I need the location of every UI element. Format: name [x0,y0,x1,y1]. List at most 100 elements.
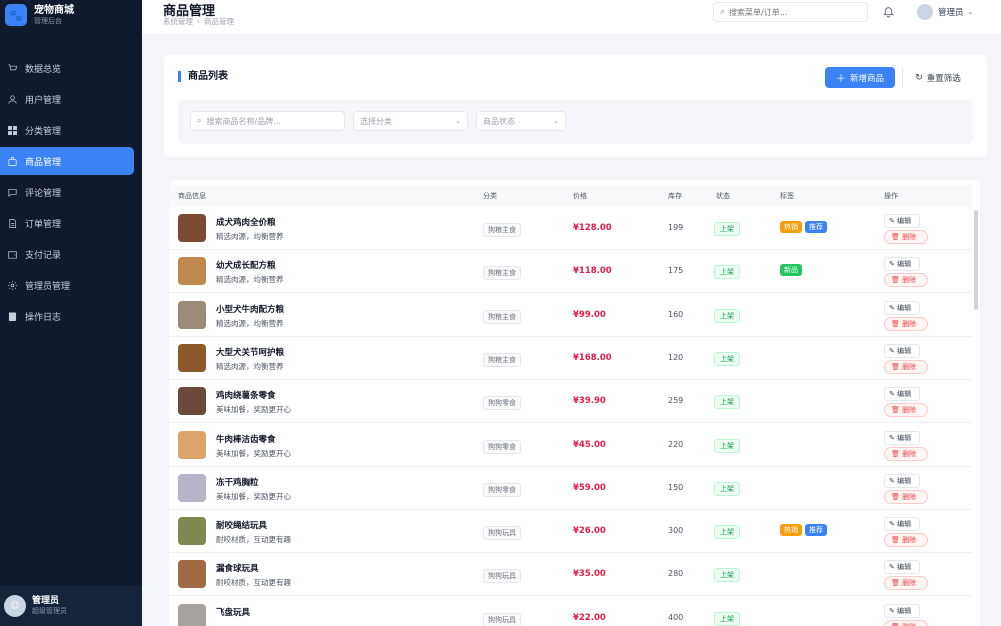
delete-button[interactable]: 🗑 删除 [884,446,928,461]
breadcrumb-item-current: 商品管理 [204,17,234,26]
product-description: 美味加餐，奖励更开心 [216,491,291,501]
product-description: 美味加餐，奖励更开心 [216,448,291,458]
user-icon [6,93,18,105]
edit-button[interactable]: ✎ 编辑 [884,214,920,228]
sidebar-user[interactable]: ☺ 管理员 超级管理员 [0,586,142,626]
category-select[interactable]: 选择分类 ⌄ [353,111,468,131]
product-name[interactable]: 成犬鸡肉全价粮 [216,216,276,228]
sidebar-item-4[interactable]: 评论管理 [0,178,134,206]
edit-button[interactable]: ✎ 编辑 [884,387,920,402]
edit-button[interactable]: ✎ 编辑 [884,300,920,315]
product-name[interactable]: 大型犬关节呵护粮 [216,346,284,358]
edit-button[interactable]: ✎ 编辑 [884,517,920,532]
product-stock: 300 [668,526,684,536]
edit-button[interactable]: ✎ 编辑 [884,257,920,272]
sidebar-item-6[interactable]: 支付记录 [0,240,134,268]
edit-label: 编辑 [897,520,912,529]
product-name[interactable]: 牛肉棒洁齿零食 [216,433,276,445]
delete-button[interactable]: 🗑 删除 [884,489,928,504]
edit-button[interactable]: ✎ 编辑 [884,430,920,445]
edit-button[interactable]: ✎ 编辑 [884,603,920,618]
product-stock: 280 [668,569,684,579]
breadcrumb-separator: › [197,17,200,26]
sidebar-item-2[interactable]: 分类管理 [0,116,134,144]
sidebar-item-7[interactable]: 管理员管理 [0,271,134,299]
delete-button[interactable]: 🗑 删除 [884,316,928,331]
product-name[interactable]: 鸡肉绕薯条零食 [216,389,276,401]
product-name[interactable]: 飞盘玩具 [216,606,250,618]
sidebar-item-3[interactable]: 商品管理 [0,147,134,175]
status-badge: 上架 [714,438,740,453]
sidebar-item-label: 数据总览 [25,64,62,75]
sidebar-item-1[interactable]: 用户管理 [0,85,134,113]
sidebar-item-8[interactable]: 操作日志 [0,302,134,330]
wallet-icon [6,248,18,260]
table-row[interactable]: 成犬鸡肉全价粮 精选肉源，均衡营养 狗粮主食 ¥128.00 199 上架 热销 推荐 ✎ 编辑… [169,207,972,250]
product-price: ¥128.00 [573,223,612,233]
reset-filter-button[interactable]: ↻ 重置筛选 [902,67,973,88]
table-row[interactable]: 牛肉棒洁齿零食 美味加餐，奖励更开心 狗狗零食 ¥45.00 220 上架 ✎ 编辑 🗑 删除 [169,424,972,467]
row-actions: ✎ 编辑🗑 删除 [884,560,928,591]
header-search[interactable]: ⌕ [713,2,868,22]
delete-label: 删除 [902,319,917,328]
product-price: ¥118.00 [573,266,612,277]
product-name[interactable]: 幼犬成长配方粮 [216,259,276,271]
table-row[interactable]: 大型犬关节呵护粮 精选肉源，均衡营养 狗粮主食 ¥168.00 120 上架 ✎ 编辑 🗑 删… [169,337,972,380]
product-table: 商品信息 分类 价格 库存 状态 标签 操作 成犬鸡肉全价粮 精选肉源，均衡营养狗… [169,180,980,626]
sidebar-user-name: 管理员 [32,595,60,606]
product-search-input[interactable]: ⌕ 搜索商品名称/品牌... [190,111,345,131]
delete-button[interactable]: 🗑 删除 [884,359,928,374]
category-badge: 狗粮主食 [483,352,521,367]
category-badge: 狗狗玩具 [483,526,521,541]
edit-icon: ✎ [889,260,898,269]
header-search-input[interactable] [729,7,850,17]
delete-label: 删除 [902,536,917,545]
product-stock: 259 [668,396,684,406]
edit-button[interactable]: ✎ 编辑 [884,473,920,488]
row-actions: ✎ 编辑🗑 删除 [884,517,928,548]
trash-icon: 🗑 [891,579,903,588]
table-row[interactable]: 鸡肉绕薯条零食 美味加餐，奖励更开心 狗狗零食 ¥39.90 259 上架 ✎ 编辑 🗑 删除 [169,380,972,424]
product-name[interactable]: 冻干鸡胸粒 [216,476,259,488]
status-badge: 上架 [714,481,740,496]
sidebar-item-label: 管理员管理 [25,281,71,292]
breadcrumb-item-system[interactable]: 系统管理 [163,17,193,26]
table-row[interactable]: 幼犬成长配方粮 精选肉源，均衡营养 狗粮主食 ¥118.00 175 上架 新品 ✎ 编辑 🗑 … [169,250,972,294]
status-select[interactable]: 商品状态 ⌄ [476,111,566,131]
edit-button[interactable]: ✎ 编辑 [884,343,920,358]
product-name[interactable]: 漏食球玩具 [216,562,259,574]
table-row[interactable]: 冻干鸡胸粒 美味加餐，奖励更开心 狗狗零食 ¥59.00 150 上架 ✎ 编辑 🗑 删除 [169,466,972,510]
product-tag: 热销 [780,221,802,233]
brand[interactable]: 🐾 宠物商城 管理后台 [0,0,142,30]
product-stock: 160 [668,309,684,319]
product-tags: 热销 推荐 [780,221,827,233]
add-product-button[interactable]: ＋ 新增商品 [825,67,895,88]
table-row[interactable]: 飞盘玩具狗狗玩具¥22.00400上架✎ 编辑🗑 删除 [169,597,972,626]
cart-icon [6,62,18,74]
table-row[interactable]: 耐咬绳结玩具 耐咬材质，互动更有趣 狗狗玩具 ¥26.00 300 上架 热销 推荐 ✎ 编辑 🗑… [169,510,972,554]
delete-button[interactable]: 🗑 删除 [884,403,928,418]
sidebar-item-5[interactable]: 订单管理 [0,209,134,237]
edit-label: 编辑 [897,217,912,225]
product-name[interactable]: 耐咬绳结玩具 [216,519,267,531]
sidebar-item-0[interactable]: 数据总览 [0,54,134,82]
scrollbar[interactable] [974,210,978,310]
column-header: 商品信息 [178,192,206,200]
reset-filter-label: 重置筛选 [926,73,961,84]
delete-button[interactable]: 🗑 删除 [884,230,928,244]
sidebar-item-label: 评论管理 [25,188,62,199]
bell-icon[interactable] [882,5,896,19]
edit-button[interactable]: ✎ 编辑 [884,560,920,575]
product-stock: 400 [668,612,684,622]
delete-button[interactable]: 🗑 删除 [884,273,928,288]
row-actions: ✎ 编辑🗑 删除 [884,300,928,331]
delete-button[interactable]: 🗑 删除 [884,533,928,548]
delete-button[interactable]: 🗑 删除 [884,576,928,591]
table-row[interactable]: 漏食球玩具 耐咬材质，互动更有趣 狗狗玩具 ¥35.00 280 上架 ✎ 编辑 🗑 删除 [169,553,972,597]
header-user-menu[interactable]: 管理员 ⌄ [917,4,973,20]
table-row[interactable]: 小型犬牛肉配方粮 精选肉源，均衡营养 狗粮主食 ¥99.00 160 上架 ✎ 编辑 🗑 删除 [169,293,972,337]
product-name[interactable]: 小型犬牛肉配方粮 [216,303,284,315]
trash-icon: 🗑 [891,233,903,241]
product-stock: 199 [668,223,684,232]
delete-button[interactable]: 🗑 删除 [884,619,928,626]
